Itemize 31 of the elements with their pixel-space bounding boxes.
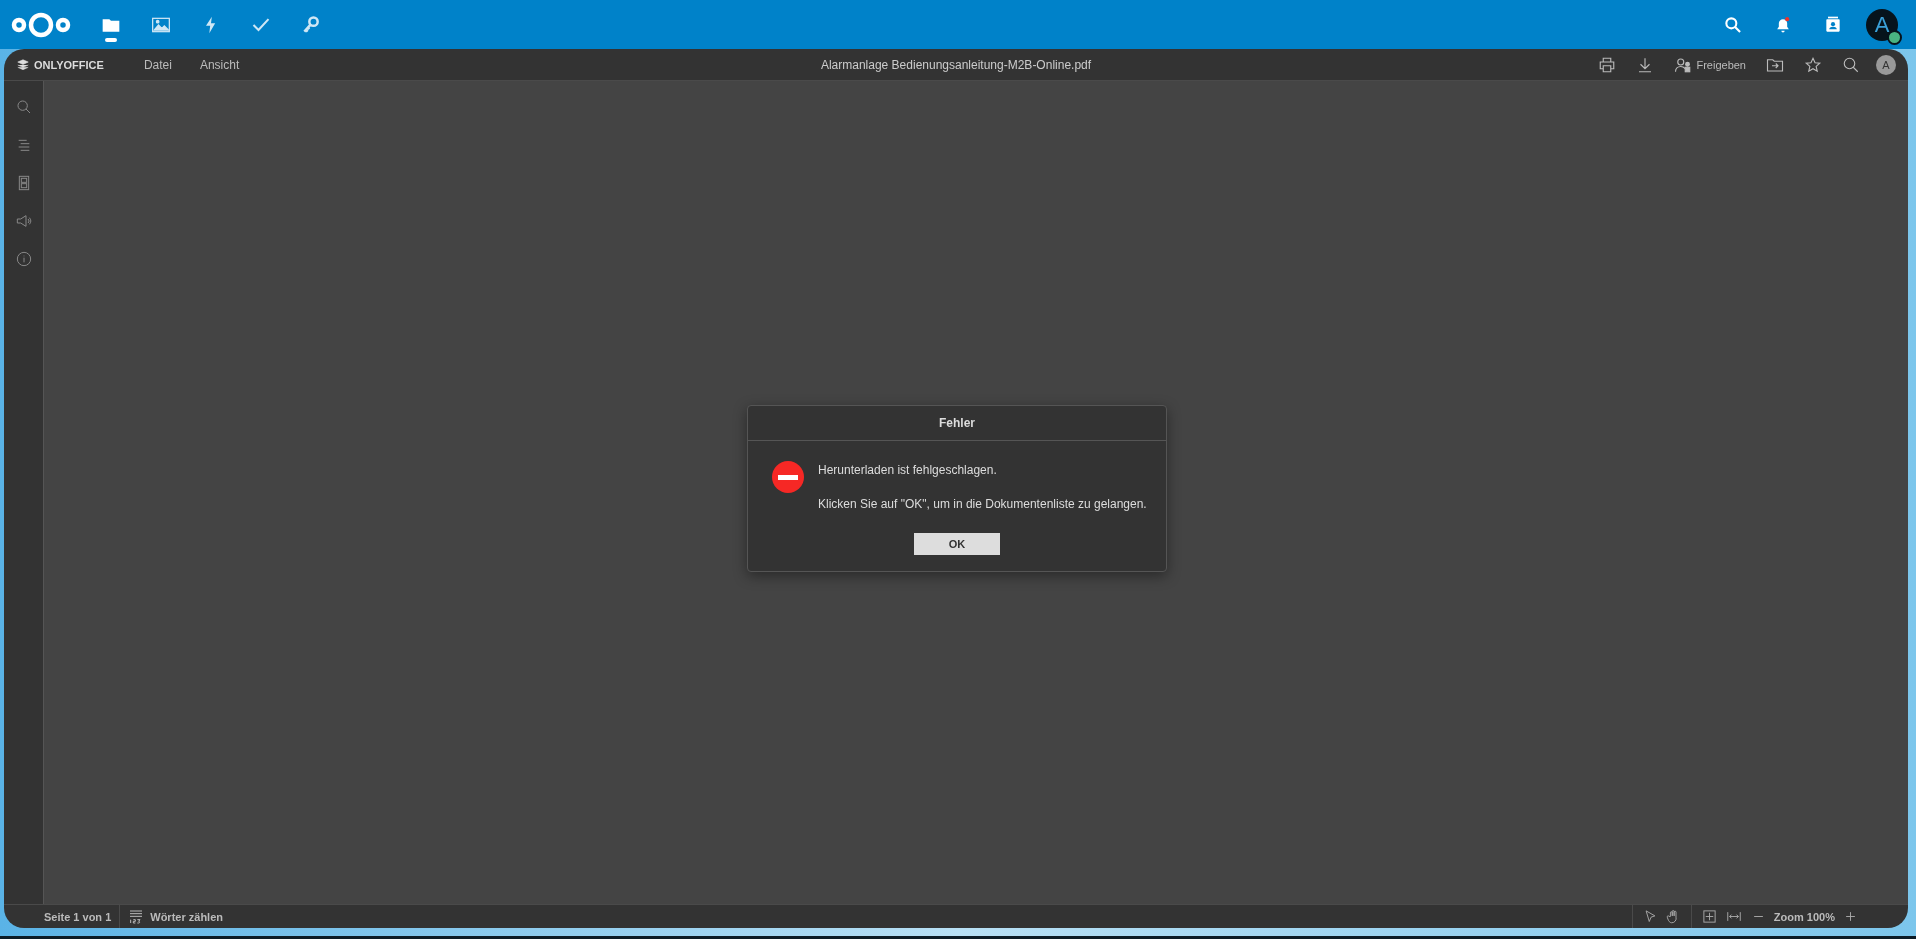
fit-page-icon[interactable] xyxy=(1701,909,1717,924)
layers-icon xyxy=(16,57,30,72)
app-logo-text: ONLYOFFICE xyxy=(34,58,104,71)
word-count-icon xyxy=(128,908,145,925)
contacts-icon[interactable] xyxy=(1823,14,1843,35)
dialog-message: Klicken Sie auf "OK", um in die Dokumentenliste zu gelangen. xyxy=(818,497,1147,511)
page-indicator: Seite 1 von 1 xyxy=(4,905,121,928)
info-icon[interactable] xyxy=(15,251,32,267)
users-icon xyxy=(1674,55,1693,74)
menu-item[interactable]: Datei xyxy=(129,57,186,72)
printer-icon xyxy=(1598,55,1617,74)
dialog-message: Herunterladen ist fehlgeschlagen. xyxy=(818,463,998,477)
search-icon[interactable] xyxy=(15,99,32,115)
key-icon[interactable] xyxy=(301,14,321,35)
online-status-icon xyxy=(1887,29,1902,45)
user-avatar[interactable]: A xyxy=(1876,54,1896,75)
zoom-level: Zoom 100% xyxy=(1773,910,1835,923)
fit-width-icon[interactable] xyxy=(1724,909,1743,924)
document-title: Alarmanlage Bedienungsanleitung-M2B-Online.pdf xyxy=(820,57,1092,72)
megaphone-icon[interactable] xyxy=(15,213,32,229)
search-icon[interactable] xyxy=(1723,14,1743,35)
ok-button[interactable]: OK xyxy=(914,533,1000,555)
zoom-in-icon[interactable] xyxy=(1843,909,1858,924)
star-icon xyxy=(1804,55,1822,74)
error-icon xyxy=(772,461,804,493)
search-icon xyxy=(1842,55,1860,74)
word-count-button[interactable]: Wörter zählen xyxy=(120,908,231,925)
share-button[interactable]: Freigeben xyxy=(1664,49,1756,80)
dialog-title: Fehler xyxy=(939,416,975,430)
pointer-icon[interactable] xyxy=(1642,909,1658,924)
menu-item[interactable]: Ansicht xyxy=(185,57,254,72)
